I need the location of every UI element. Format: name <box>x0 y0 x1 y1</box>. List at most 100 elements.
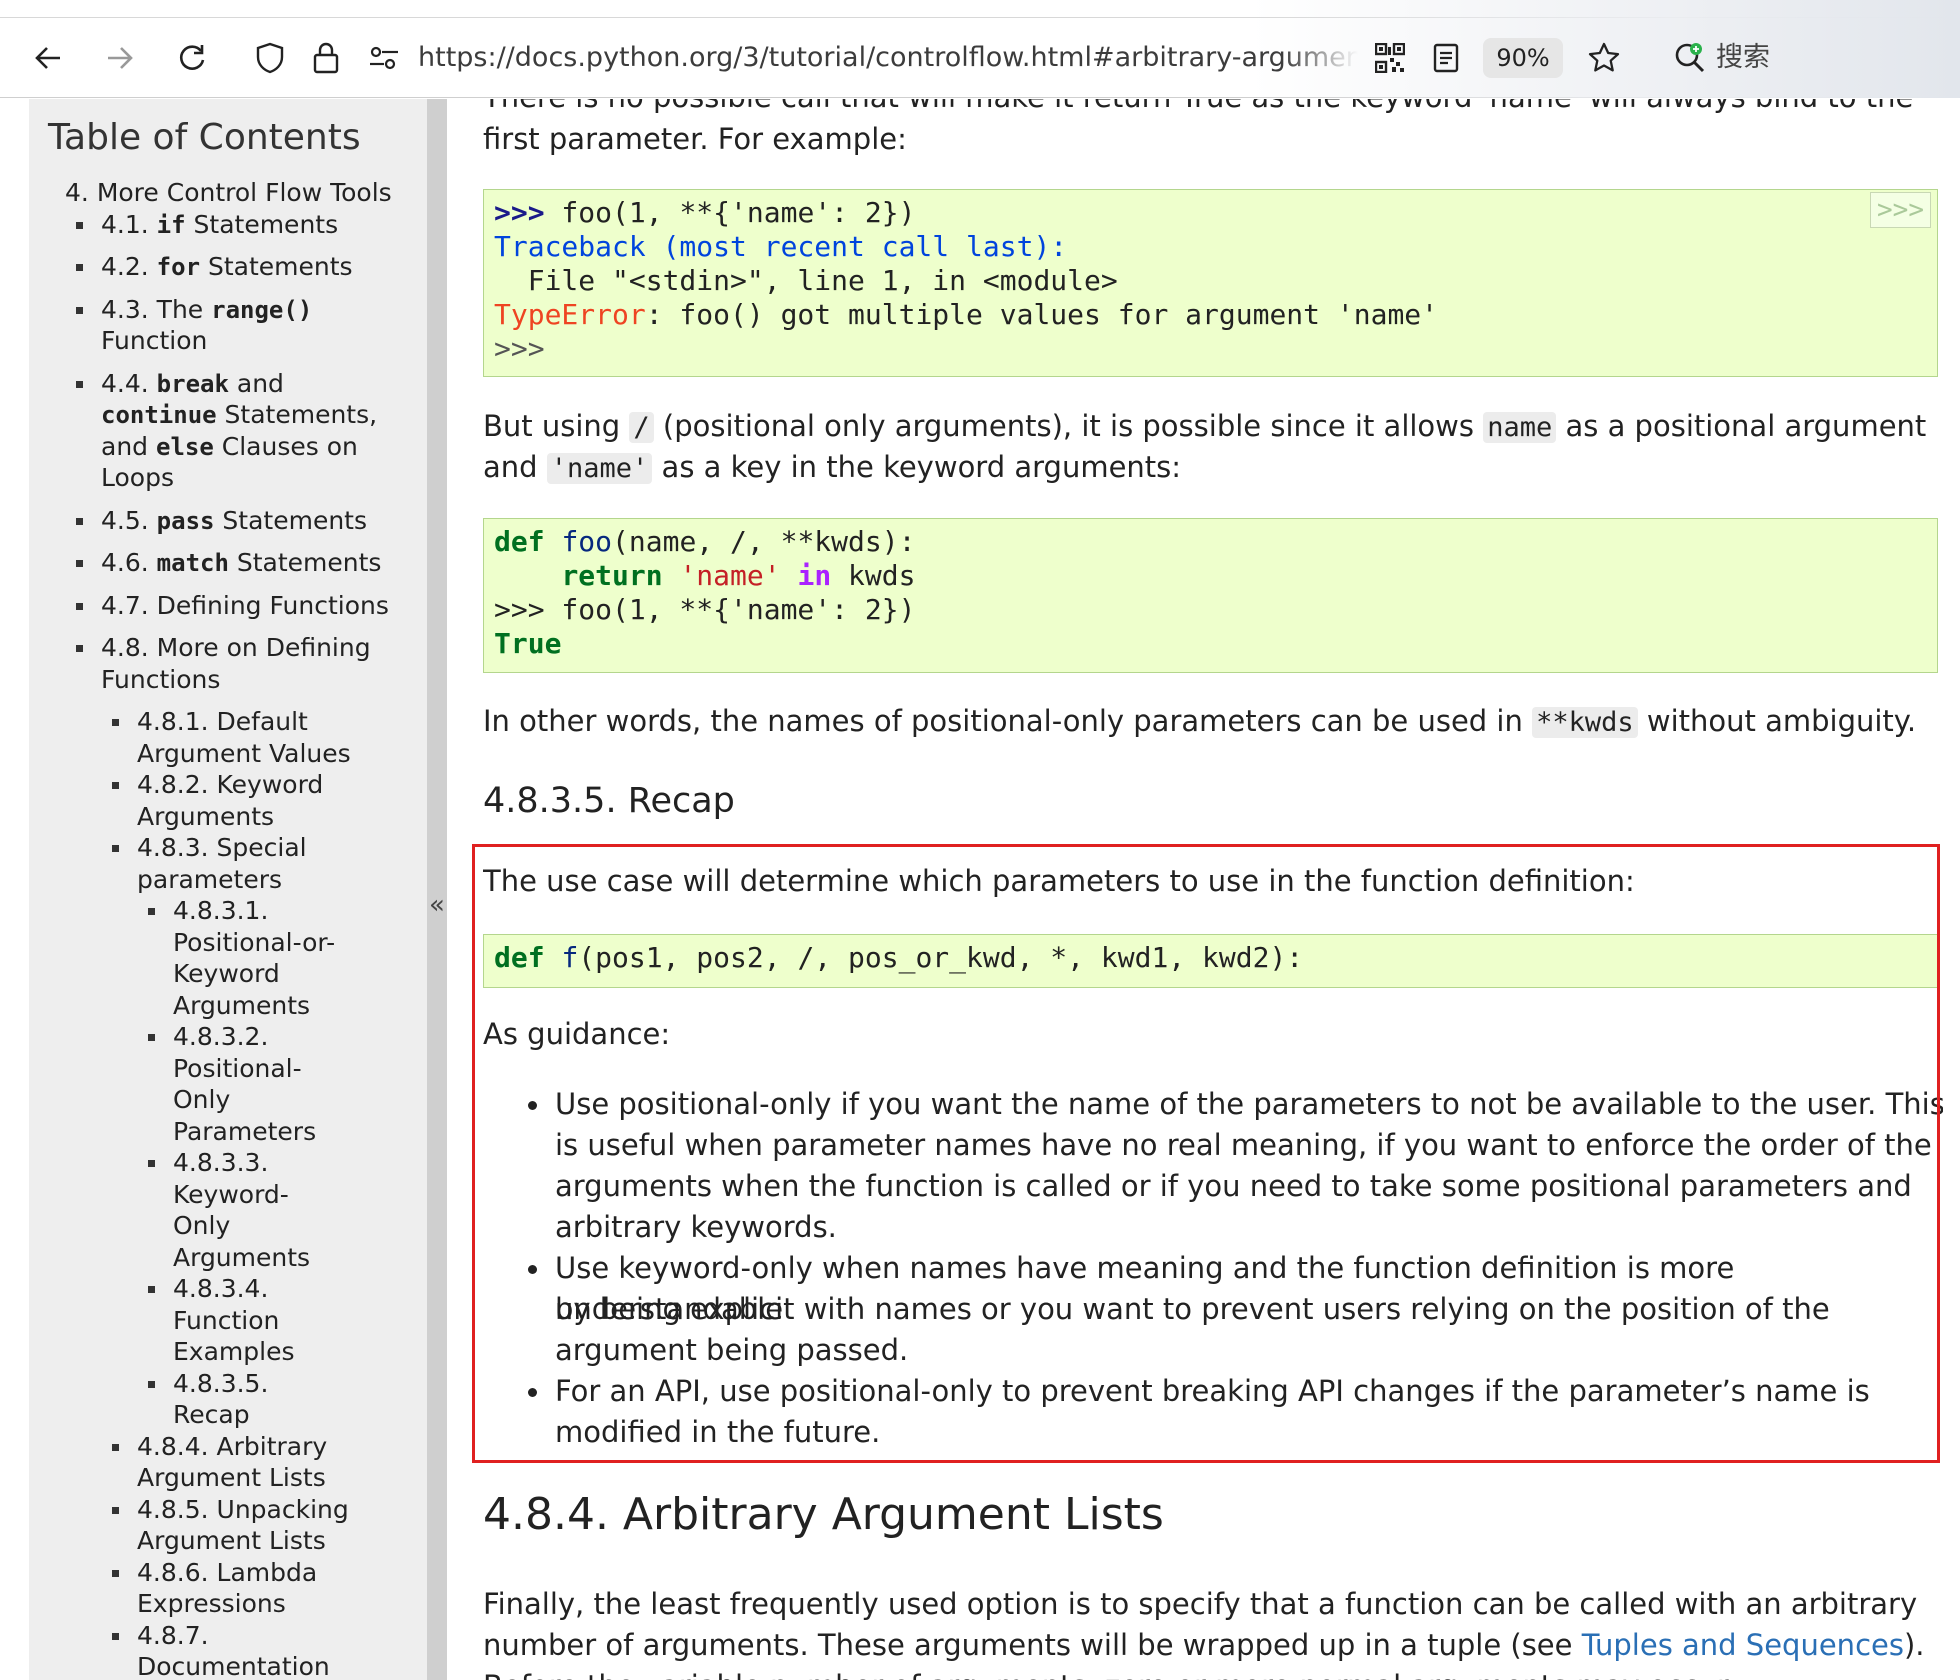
toc-bullet <box>76 306 83 314</box>
toc-link[interactable]: Argument Lists <box>137 1525 326 1557</box>
toc-sidebar: Table of Contents 4. More Control Flow T… <box>29 99 427 1680</box>
arrow-right-icon <box>108 47 133 69</box>
toc-link[interactable]: 4.8.4. Arbitrary <box>137 1431 327 1463</box>
toc-link[interactable]: Arguments <box>173 1242 310 1274</box>
toc-link[interactable]: 4.8.6. Lambda <box>137 1557 317 1589</box>
toc-link[interactable]: and else Clauses on <box>101 431 358 464</box>
toc-bullet <box>76 602 83 610</box>
toc-link[interactable]: Only <box>173 1084 230 1116</box>
toc-link[interactable]: 4.2. for Statements <box>101 251 353 284</box>
reload-icon <box>179 45 205 70</box>
toc-link[interactable]: Only <box>173 1210 230 1242</box>
toc-bullet <box>112 1443 119 1451</box>
arrow-left-icon <box>35 47 60 69</box>
toc-bullet <box>148 1034 155 1041</box>
reload-button[interactable] <box>170 18 214 98</box>
toc-link[interactable]: Positional- <box>173 1053 302 1085</box>
toc-link[interactable]: 4. More Control Flow Tools <box>65 177 392 209</box>
toc-link[interactable]: 4.8.5. Unpacking <box>137 1494 349 1526</box>
toc-bullet <box>112 1632 119 1640</box>
toc-bullet <box>148 1286 155 1293</box>
paragraph-text: first parameter. For example: <box>483 122 907 156</box>
toc-bullet <box>76 221 83 229</box>
tuples-and-sequences-link[interactable]: Tuples and Sequences <box>1582 1628 1904 1662</box>
toc-link[interactable]: Loops <box>101 462 174 494</box>
toc-link[interactable]: Arguments <box>137 801 274 833</box>
section-heading: 4.8.4. Arbitrary Argument Lists <box>483 1489 1164 1540</box>
toc-link[interactable]: Keyword <box>173 958 280 990</box>
toc-bullet <box>112 845 119 852</box>
toc-bullet <box>148 908 155 915</box>
toc-link[interactable]: 4.3. The range() <box>101 294 312 327</box>
toc-link[interactable]: parameters <box>137 864 282 896</box>
toc-link[interactable]: 4.8.3.2. <box>173 1021 268 1053</box>
toc-link[interactable]: 4.1. if Statements <box>101 209 338 242</box>
toc-bullet <box>112 719 119 726</box>
toc-bullet <box>112 1569 119 1577</box>
site-security-button[interactable] <box>304 18 348 98</box>
toc-link[interactable]: continue Statements, <box>101 399 377 432</box>
toc-link[interactable]: 4.7. Defining Functions <box>101 590 389 622</box>
toc-link[interactable]: 4.8.3.3. <box>173 1147 268 1179</box>
paragraph-text: and 'name' as a key in the keyword argum… <box>483 450 1182 484</box>
toc-link[interactable]: 4.5. pass Statements <box>101 505 367 538</box>
toc-link[interactable]: Documentation <box>137 1651 330 1680</box>
toc-link[interactable]: 4.8.3.5. <box>173 1368 268 1400</box>
toc-link[interactable]: Keyword- <box>173 1179 289 1211</box>
back-button[interactable] <box>26 18 70 98</box>
paragraph-text: number of arguments. These arguments wil… <box>483 1628 1925 1662</box>
toc-link[interactable]: 4.8.1. Default <box>137 706 308 738</box>
collapse-sidebar-button[interactable]: « <box>427 890 447 920</box>
address-bar[interactable]: https://docs.python.org/3/tutorial/contr… <box>418 18 1358 98</box>
toc-link[interactable]: Argument Lists <box>137 1462 326 1494</box>
toggle-prompt-button[interactable]: >>> <box>1870 192 1931 228</box>
search-extension-button[interactable] <box>1670 18 1710 98</box>
shield-icon <box>256 42 284 74</box>
toc-bullet <box>112 1506 119 1514</box>
forward-button[interactable] <box>98 18 142 98</box>
paragraph-text: In other words, the names of positional-… <box>483 704 1917 738</box>
highlight-annotation <box>472 844 1940 1463</box>
toc-bullet <box>76 560 83 567</box>
toc-link[interactable]: 4.8.3.1. <box>173 895 268 927</box>
toc-link[interactable]: Expressions <box>137 1588 286 1620</box>
toc-link[interactable]: Function <box>101 325 207 357</box>
toc-bullet <box>76 645 83 652</box>
toc-bullet <box>148 1160 155 1167</box>
toc-link[interactable]: 4.4. break and <box>101 368 284 401</box>
toc-link[interactable]: Function <box>173 1305 279 1337</box>
search-label[interactable]: 搜索 <box>1716 18 1770 98</box>
star-icon <box>1588 42 1620 72</box>
toc-link[interactable]: 4.8.3. Special <box>137 832 307 864</box>
toc-bullet <box>76 380 83 388</box>
toc-link[interactable]: Arguments <box>173 990 310 1022</box>
tracking-protection-button[interactable] <box>248 18 292 98</box>
bookmark-button[interactable] <box>1582 18 1626 98</box>
toc-link[interactable]: Argument Values <box>137 738 351 770</box>
toc-link[interactable]: 4.8.2. Keyword <box>137 769 323 801</box>
toc-link[interactable]: 4.8.3.4. <box>173 1273 268 1305</box>
reader-view-icon <box>1433 43 1459 73</box>
code-block-foo: def foo(name, /, **kwds): return 'name' … <box>483 518 1938 673</box>
toc-title: Table of Contents <box>48 117 361 158</box>
toc-link[interactable]: Positional-or- <box>173 927 335 959</box>
toc-link[interactable]: Recap <box>173 1399 250 1431</box>
paragraph-text: But using / (positional only arguments),… <box>483 409 1927 443</box>
permissions-button[interactable] <box>362 18 406 98</box>
toc-link[interactable]: Functions <box>101 664 220 696</box>
toc-bullet <box>76 264 83 271</box>
sliders-icon <box>370 46 398 70</box>
window-top-edge <box>0 0 1960 18</box>
cut-off-line: Before the variable number of arguments,… <box>483 1666 1735 1680</box>
toc-link[interactable]: 4.6. match Statements <box>101 547 381 580</box>
recap-heading: 4.8.3.5. Recap <box>483 781 735 821</box>
qr-code-button[interactable] <box>1370 18 1410 98</box>
reader-view-button[interactable] <box>1426 18 1466 98</box>
paragraph-text: Finally, the least frequently used optio… <box>483 1587 1918 1621</box>
toc-link[interactable]: 4.8. More on Defining <box>101 632 371 664</box>
toc-link[interactable]: 4.8.7. <box>137 1620 209 1652</box>
toc-bullet <box>112 782 119 789</box>
toc-link[interactable]: Parameters <box>173 1116 316 1148</box>
toc-link[interactable]: Examples <box>173 1336 294 1368</box>
zoom-indicator[interactable]: 90% <box>1483 38 1563 78</box>
